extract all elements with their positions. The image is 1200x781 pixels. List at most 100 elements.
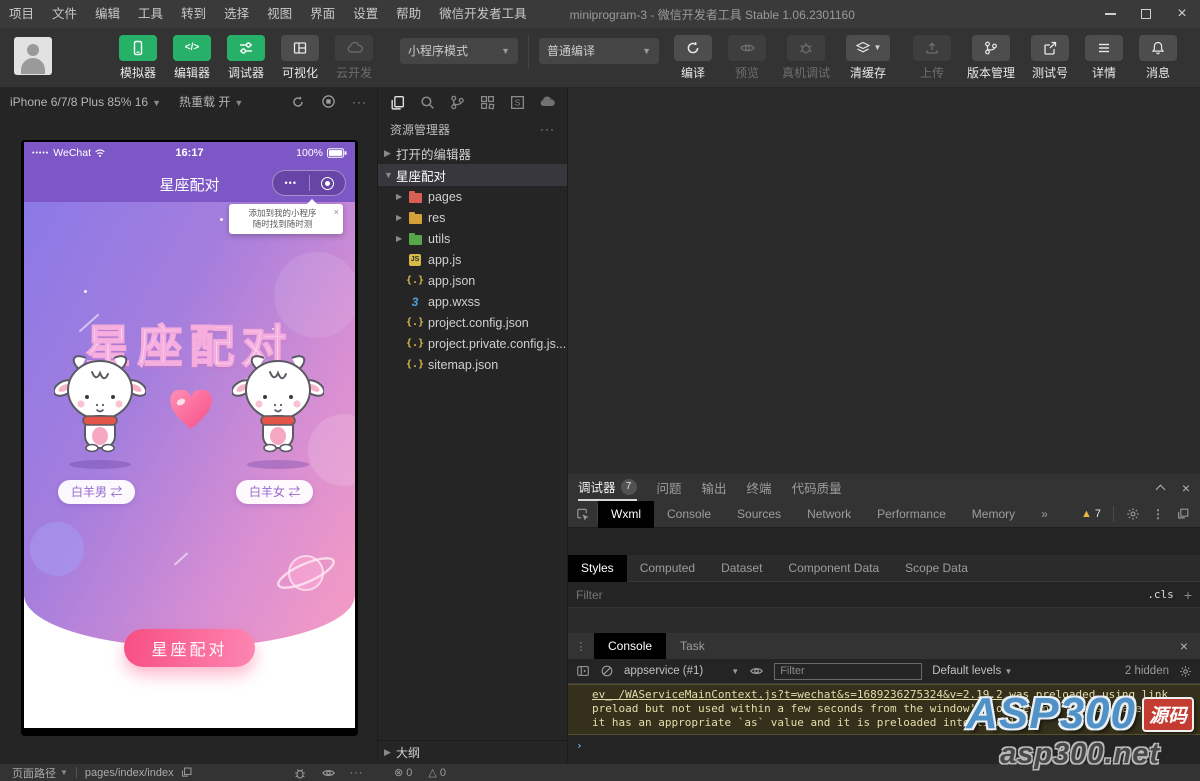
styles-filter-input[interactable] [576, 587, 1148, 602]
menu-project[interactable]: 项目 [0, 0, 43, 28]
tree-item-appjson[interactable]: {.} app.json [378, 270, 567, 291]
capsule-home-button[interactable] [310, 176, 346, 190]
menu-select[interactable]: 选择 [215, 0, 258, 28]
drag-handle-icon[interactable]: ⋮ [568, 640, 594, 653]
minimize-button[interactable] [1092, 0, 1128, 28]
tree-item-appjs[interactable]: JS app.js [378, 249, 567, 270]
clear-console-icon[interactable] [600, 664, 614, 678]
kebab-menu-icon[interactable]: ⋮ [1152, 507, 1164, 521]
male-sign-selector[interactable]: 白羊男 ⇄ [58, 480, 136, 504]
clear-cache-button[interactable]: ▼ 清缓存 [839, 34, 897, 81]
version-button[interactable]: 版本管理 [960, 34, 1022, 81]
editor-button[interactable]: </> 编辑器 [166, 34, 218, 81]
eye-icon[interactable] [321, 766, 336, 780]
compile-select[interactable]: 普通编译 ▼ [539, 37, 659, 64]
stop-record-icon[interactable] [321, 94, 336, 109]
upload-button[interactable]: 上传 [906, 34, 958, 81]
open-editors-section[interactable]: ▶ 打开的编辑器 [378, 142, 567, 164]
menu-interface[interactable]: 界面 [301, 0, 344, 28]
collapse-icon[interactable] [1155, 484, 1166, 494]
context-select[interactable]: appservice (#1) ▼ [624, 665, 739, 677]
device-debug-button[interactable]: 真机调试 [775, 34, 837, 81]
widgets-icon[interactable] [473, 90, 501, 114]
outline-section[interactable]: ▶ 大纲 [378, 740, 567, 763]
copy-icon[interactable] [180, 766, 193, 779]
eye-icon[interactable] [749, 664, 764, 678]
menu-settings[interactable]: 设置 [344, 0, 387, 28]
detail-button[interactable]: 详情 [1078, 34, 1130, 81]
tab-performance[interactable]: Performance [864, 501, 959, 528]
visual-button[interactable]: 可视化 [274, 34, 326, 81]
compile-button[interactable]: 编译 [667, 34, 719, 81]
tab-component-data[interactable]: Component Data [775, 555, 892, 582]
console-prompt[interactable]: › [568, 735, 1200, 756]
bug-icon[interactable] [293, 766, 307, 780]
close-button[interactable]: × [1164, 0, 1200, 28]
tooltip-close-icon[interactable]: × [334, 207, 339, 218]
tree-item-appwxss[interactable]: 3 app.wxss [378, 291, 567, 312]
add-style-icon[interactable]: + [1184, 587, 1192, 603]
tab-task[interactable]: Task [666, 633, 719, 659]
menu-tools[interactable]: 工具 [129, 0, 172, 28]
undock-icon[interactable] [1176, 507, 1190, 521]
device-select[interactable]: iPhone 6/7/8 Plus 85% 16 ▼ [10, 95, 161, 109]
menu-devtools[interactable]: 微信开发者工具 [430, 0, 536, 28]
inspect-icon[interactable] [568, 505, 598, 523]
debugger-button[interactable]: 调试器 [220, 34, 272, 81]
female-sign-selector[interactable]: 白羊女 ⇄ [236, 480, 314, 504]
tab-problems[interactable]: 问题 [657, 474, 682, 501]
gear-icon[interactable] [1126, 507, 1140, 521]
source-control-icon[interactable] [444, 90, 472, 114]
match-button[interactable]: 星座配对 [124, 629, 255, 667]
tab-dataset[interactable]: Dataset [708, 555, 775, 582]
cloud-paw-icon[interactable] [533, 90, 561, 114]
tab-console[interactable]: Console [654, 501, 724, 528]
restart-icon[interactable] [291, 95, 305, 109]
more-tabs-icon[interactable]: » [1028, 501, 1061, 528]
search-icon[interactable] [414, 90, 442, 114]
cls-toggle[interactable]: .cls [1147, 588, 1174, 601]
tree-item-sitemap[interactable]: {.} sitemap.json [378, 354, 567, 375]
maximize-button[interactable] [1128, 0, 1164, 28]
cloud-button[interactable]: 云开发 [328, 34, 380, 81]
warning-counter[interactable]: ▲ 7 [1081, 508, 1101, 520]
console-filter-input[interactable] [774, 662, 923, 680]
menu-goto[interactable]: 转到 [172, 0, 215, 28]
menu-edit[interactable]: 编辑 [86, 0, 129, 28]
menu-help[interactable]: 帮助 [387, 0, 430, 28]
tab-scope-data[interactable]: Scope Data [892, 555, 981, 582]
warning-counter[interactable]: △ 0 [428, 766, 446, 780]
hot-reload-toggle[interactable]: 热重载 开 ▼ [179, 93, 243, 110]
close-panel-icon[interactable]: × [1182, 480, 1190, 496]
tree-item-utils[interactable]: ▶ utils [378, 228, 567, 249]
error-counter[interactable]: ⊗ 0 [388, 766, 418, 780]
sidebar-toggle-icon[interactable] [576, 664, 590, 678]
menu-file[interactable]: 文件 [43, 0, 86, 28]
tab-sources[interactable]: Sources [724, 501, 794, 528]
gear-icon[interactable] [1179, 665, 1192, 678]
tab-network[interactable]: Network [794, 501, 864, 528]
sass-icon[interactable]: S [503, 90, 531, 114]
avatar[interactable] [14, 36, 52, 75]
files-icon[interactable] [384, 90, 412, 114]
preview-button[interactable]: 预览 [721, 34, 773, 81]
tree-item-privateconfig[interactable]: {.} project.private.config.js... [378, 333, 567, 354]
simulator-button[interactable]: 模拟器 [112, 34, 164, 81]
tab-computed[interactable]: Computed [627, 555, 708, 582]
tree-item-pages[interactable]: ▶ pages [378, 186, 567, 207]
tree-item-res[interactable]: ▶ res [378, 207, 567, 228]
mode-select[interactable]: 小程序模式 ▼ [400, 37, 518, 64]
more-icon[interactable]: ··· [352, 95, 367, 109]
tab-terminal[interactable]: 终端 [747, 474, 772, 501]
testid-button[interactable]: 测试号 [1024, 34, 1076, 81]
warning-link[interactable]: ev_ /WAServiceMainContext.js?t=wechat&s=… [592, 688, 1003, 701]
levels-select[interactable]: Default levels ▼ [932, 665, 1012, 677]
tab-output[interactable]: 输出 [702, 474, 727, 501]
tab-wxml[interactable]: Wxml [598, 500, 654, 528]
tab-debugger[interactable]: 调试器 7 [578, 474, 637, 501]
capsule-more-button[interactable]: ••• [273, 178, 309, 188]
page-path-select[interactable]: 页面路径 ▼ [0, 765, 74, 781]
tab-styles[interactable]: Styles [568, 554, 627, 582]
more-icon[interactable]: ··· [540, 122, 555, 136]
more-icon[interactable]: ··· [350, 767, 364, 779]
